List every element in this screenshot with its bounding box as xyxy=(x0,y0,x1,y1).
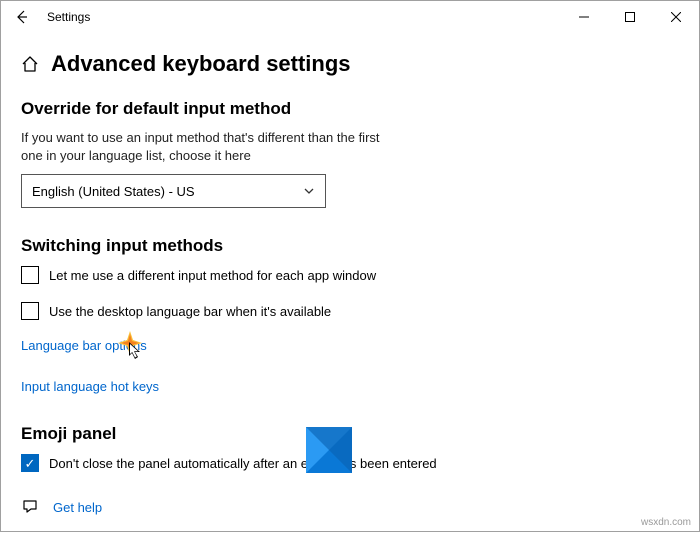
input-method-dropdown[interactable]: English (United States) - US xyxy=(21,174,326,208)
input-language-hotkeys-link[interactable]: Input language hot keys xyxy=(21,379,159,394)
dropdown-selected-value: English (United States) - US xyxy=(32,184,195,199)
window-title: Settings xyxy=(47,10,90,24)
desktop-language-bar-label: Use the desktop language bar when it's a… xyxy=(49,304,331,319)
per-app-input-checkbox-row[interactable]: Let me use a different input method for … xyxy=(21,266,679,284)
back-arrow-icon xyxy=(14,10,28,24)
checkbox-checked: ✓ xyxy=(21,454,39,472)
home-icon[interactable] xyxy=(21,55,39,73)
maximize-button[interactable] xyxy=(607,1,653,33)
checkbox-unchecked xyxy=(21,266,39,284)
language-bar-options-link[interactable]: Language bar options xyxy=(21,338,147,353)
close-icon xyxy=(671,12,681,22)
page-title: Advanced keyboard settings xyxy=(51,51,351,77)
checkbox-unchecked xyxy=(21,302,39,320)
checkmark-icon: ✓ xyxy=(25,457,36,470)
maximize-icon xyxy=(625,12,635,22)
window-controls xyxy=(561,1,699,33)
footer-watermark-text: wsxdn.com xyxy=(641,517,691,528)
watermark-logo xyxy=(306,427,352,473)
get-help-row[interactable]: Get help xyxy=(21,498,679,516)
minimize-button[interactable] xyxy=(561,1,607,33)
chevron-down-icon xyxy=(303,185,315,197)
close-button[interactable] xyxy=(653,1,699,33)
override-section-title: Override for default input method xyxy=(21,99,679,119)
get-help-link[interactable]: Get help xyxy=(53,500,102,515)
minimize-icon xyxy=(579,12,589,22)
switching-section-title: Switching input methods xyxy=(21,236,679,256)
emoji-panel-label: Don't close the panel automatically afte… xyxy=(49,456,437,471)
back-button[interactable] xyxy=(9,5,33,29)
chat-icon xyxy=(21,498,39,516)
page-header: Advanced keyboard settings xyxy=(21,51,679,77)
override-description: If you want to use an input method that'… xyxy=(21,129,401,164)
per-app-input-label: Let me use a different input method for … xyxy=(49,268,376,283)
desktop-language-bar-checkbox-row[interactable]: Use the desktop language bar when it's a… xyxy=(21,302,679,320)
